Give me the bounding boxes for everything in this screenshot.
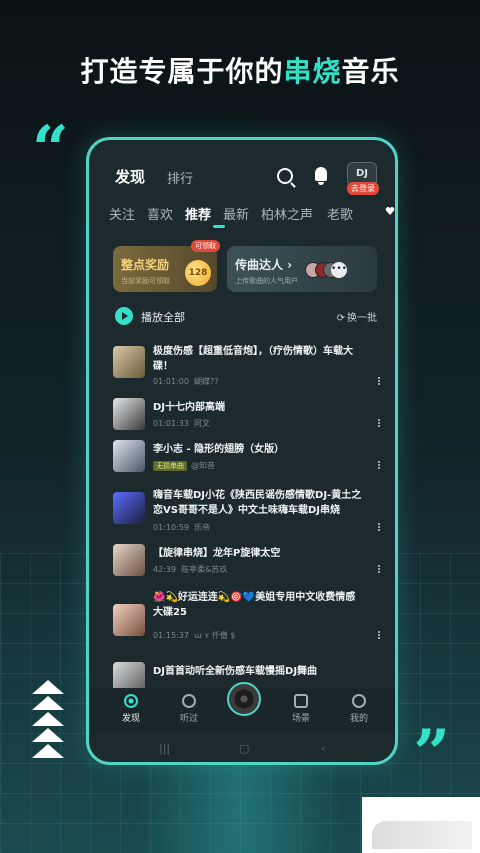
tab-discover-bottom[interactable]: 发现 bbox=[111, 694, 151, 724]
song-title: 🌺💫好运连连💫🎯💙美姐专用中文收费情感大碟25 bbox=[153, 592, 356, 618]
heart-icon[interactable] bbox=[385, 206, 395, 216]
song-duration: 01:10:59 bbox=[153, 523, 189, 532]
tab-listened[interactable]: 听过 bbox=[169, 694, 209, 724]
more-vert-icon[interactable] bbox=[377, 376, 381, 386]
refresh-button[interactable]: ⟳ 换一批 bbox=[337, 309, 377, 324]
corner-panel bbox=[362, 797, 480, 853]
master-card[interactable]: 传曲达人 › 上传歌曲的人气用户 ••• bbox=[227, 246, 377, 292]
category-newest[interactable]: 最新 bbox=[223, 204, 249, 223]
master-title: 传曲达人 › bbox=[235, 258, 293, 272]
top-bar: 发现 排行 DJ 去登录 bbox=[89, 162, 395, 195]
lossless-tag: 无损串曲 bbox=[153, 461, 187, 471]
more-vert-icon[interactable] bbox=[377, 564, 381, 574]
quote-left-icon: “ bbox=[32, 112, 69, 187]
song-title: 嗨音车载DJ小花《陕西民谣伤感情歌DJ-黄土之恋VS哥哥不是人》中文土味嗨车载D… bbox=[153, 490, 362, 516]
history-icon bbox=[182, 694, 196, 708]
tab-listened-label: 听过 bbox=[179, 714, 198, 724]
song-title: 李小志 - 隐形的翅膀（女版） bbox=[153, 444, 285, 455]
song-meta: 01:10:59 乐帝 bbox=[153, 522, 210, 533]
reward-card[interactable]: 整点奖励 当前奖励可领取 128 bbox=[113, 246, 217, 292]
tab-scene-label: 场景 bbox=[291, 714, 310, 724]
more-vert-icon[interactable] bbox=[377, 630, 381, 640]
song-cover bbox=[113, 440, 145, 472]
song-meta: 01:01:33 阿文 bbox=[153, 418, 210, 429]
song-duration: 42:39 bbox=[153, 565, 177, 574]
song-meta: 42:39 陈亭柔&苏玖 bbox=[153, 564, 227, 575]
phone-frame: 发现 排行 DJ 去登录 关注 喜欢 推荐 最新 柏林之声 老歌 整点奖励 当前… bbox=[86, 137, 398, 765]
play-icon[interactable] bbox=[115, 307, 133, 325]
bell-icon[interactable] bbox=[315, 167, 327, 185]
category-like[interactable]: 喜欢 bbox=[147, 204, 173, 223]
song-cover bbox=[113, 398, 145, 430]
song-meta: 01:01:00 蝴蝶?? bbox=[153, 376, 219, 387]
song-title: 极度伤感【超重低音炮】，（疗伤情歌）车载大碟！ bbox=[153, 346, 353, 372]
more-vert-icon[interactable] bbox=[377, 418, 381, 428]
back-icon[interactable]: ‹ bbox=[321, 742, 325, 755]
category-oldies[interactable]: 老歌 bbox=[327, 204, 353, 223]
bottom-tab-bar: 发现 听过 场景 我的 bbox=[89, 682, 395, 734]
song-title: DJ十七内部高端 bbox=[153, 402, 226, 413]
reward-title: 整点奖励 bbox=[121, 258, 170, 272]
coin-icon: 128 bbox=[185, 260, 211, 286]
song-uploader: @知音 bbox=[191, 461, 215, 470]
play-all-label[interactable]: 播放全部 bbox=[141, 309, 185, 325]
headline: 打造专属于你的串烧音乐 bbox=[0, 50, 480, 90]
song-duration: 01:01:33 bbox=[153, 419, 189, 428]
system-nav-bar: ||| ▢ ‹ bbox=[89, 736, 395, 762]
active-tab-indicator bbox=[213, 225, 225, 228]
home-icon[interactable]: ▢ bbox=[239, 742, 249, 755]
reward-subtitle: 当前奖励可领取 bbox=[121, 277, 170, 285]
song-meta: 无损串曲 @知音 bbox=[153, 460, 215, 471]
song-uploader: 陈亭柔&苏玖 bbox=[181, 565, 228, 574]
category-follow[interactable]: 关注 bbox=[109, 204, 135, 223]
category-tabs: 关注 喜欢 推荐 最新 柏林之声 老歌 bbox=[107, 204, 395, 228]
more-vert-icon[interactable] bbox=[377, 522, 381, 532]
login-badge[interactable]: 去登录 bbox=[347, 182, 379, 195]
tab-rank[interactable]: 排行 bbox=[167, 168, 193, 187]
search-icon[interactable] bbox=[277, 168, 293, 184]
tab-mine[interactable]: 我的 bbox=[339, 694, 379, 724]
song-duration: 01:15:37 bbox=[153, 631, 189, 640]
tab-mine-label: 我的 bbox=[349, 714, 368, 724]
headline-highlight: 串烧 bbox=[283, 55, 342, 88]
song-cover bbox=[113, 544, 145, 576]
category-berlin[interactable]: 柏林之声 bbox=[261, 204, 313, 223]
refresh-label: 换一批 bbox=[347, 313, 377, 324]
chat-icon bbox=[352, 694, 366, 708]
song-cover bbox=[113, 346, 145, 378]
tab-discover-label: 发现 bbox=[121, 714, 140, 724]
tree-decoration-icon bbox=[30, 680, 66, 760]
headline-prefix: 打造专属于你的 bbox=[80, 55, 284, 88]
song-uploader: 阿文 bbox=[194, 419, 211, 428]
play-all-bar: 播放全部 ⟳ 换一批 bbox=[115, 307, 379, 327]
song-duration: 01:01:00 bbox=[153, 377, 189, 386]
song-uploader: ɯ ʏ 仟僧 $ bbox=[194, 631, 236, 640]
more-icon: ••• bbox=[331, 262, 347, 278]
tab-scene[interactable]: 场景 bbox=[281, 694, 321, 724]
refresh-icon: ⟳ bbox=[336, 313, 345, 324]
claimable-badge: 可领取 bbox=[191, 240, 220, 252]
disc-icon bbox=[124, 694, 138, 708]
more-vert-icon[interactable] bbox=[377, 460, 381, 470]
now-playing-disc[interactable] bbox=[227, 682, 261, 716]
category-recommend[interactable]: 推荐 bbox=[185, 204, 211, 223]
song-cover bbox=[113, 492, 145, 524]
song-uploader: 蝴蝶?? bbox=[194, 377, 219, 386]
chart-icon bbox=[294, 694, 308, 708]
song-uploader: 乐帝 bbox=[194, 523, 211, 532]
recents-icon[interactable]: ||| bbox=[159, 742, 170, 755]
quote-right-icon: ” bbox=[413, 716, 450, 791]
tab-discover[interactable]: 发现 bbox=[115, 166, 145, 187]
song-cover bbox=[113, 604, 145, 636]
song-meta: 01:15:37 ɯ ʏ 仟僧 $ bbox=[153, 630, 235, 641]
headline-suffix: 音乐 bbox=[341, 55, 400, 88]
master-subtitle: 上传歌曲的人气用户 bbox=[235, 277, 298, 285]
song-title: DJ首首动听全新伤感车载慢摇DJ舞曲 bbox=[153, 666, 318, 677]
song-title: 【旋律串烧】龙年P旋律太空 bbox=[153, 548, 281, 559]
